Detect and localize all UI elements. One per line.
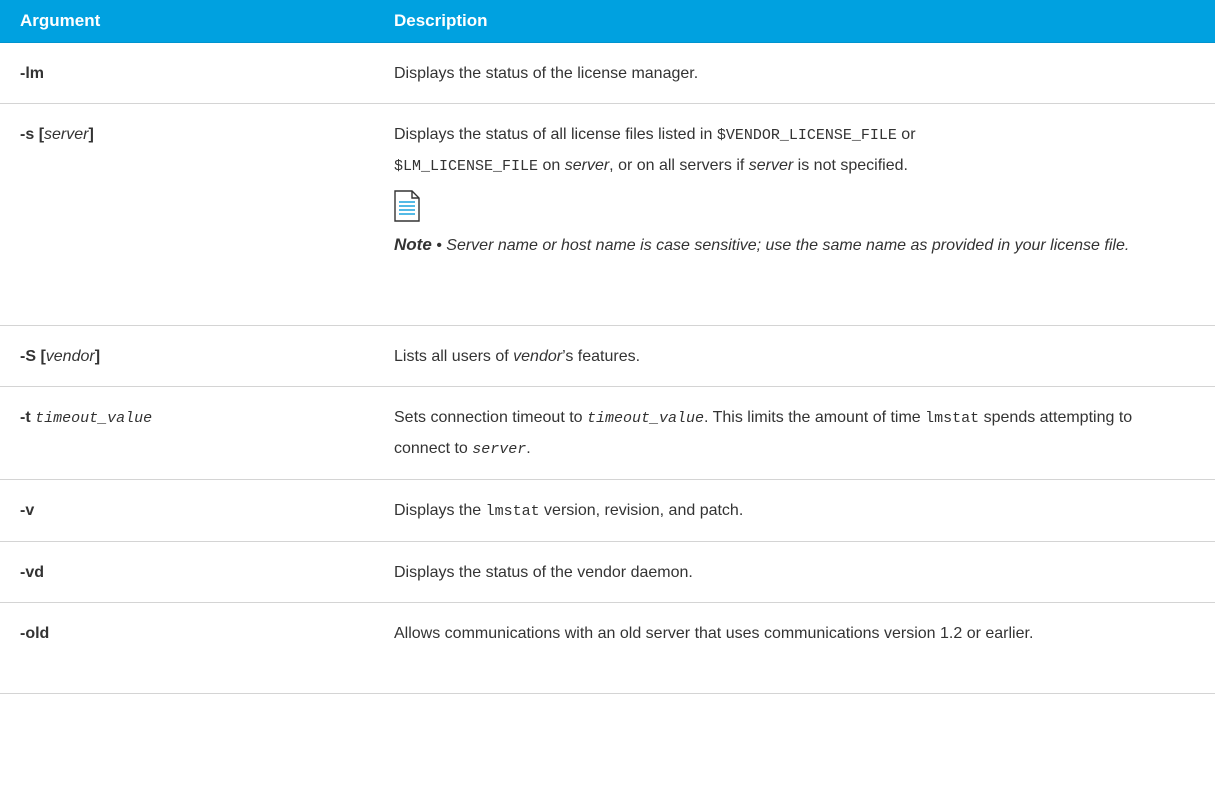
argument-cell: -S [vendor] [0, 325, 374, 387]
desc-segment: , or on all servers if [609, 157, 749, 174]
argument-cell: -v [0, 479, 374, 542]
argument-param: timeout_value [35, 410, 153, 427]
table-row: -vd Displays the status of the vendor da… [0, 541, 1215, 603]
code-lm-license-file: $LM_LICENSE_FILE [394, 158, 539, 175]
param-server: server [472, 441, 527, 458]
header-description: Description [374, 0, 1215, 43]
argument-param: server [44, 126, 89, 143]
desc-segment: is not specified. [793, 157, 908, 174]
argument-bracket-close: ] [88, 126, 94, 143]
description-cell: Displays the lmstat version, revision, a… [374, 479, 1215, 542]
note-label: Note [394, 235, 432, 254]
header-row: Argument Description [0, 0, 1215, 43]
desc-segment: on [538, 157, 565, 174]
table-row: -lm Displays the status of the license m… [0, 42, 1215, 104]
table-row: -old Allows communications with an old s… [0, 602, 1215, 694]
description-text: Displays the status of the license manag… [394, 65, 699, 82]
argument-bracket-close: ] [94, 348, 101, 365]
code-lmstat: lmstat [925, 410, 980, 427]
note-body: Server name or host name is case sensiti… [446, 237, 1130, 254]
description-cell: Sets connection timeout to timeout_value… [374, 386, 1215, 480]
description-cell: Displays the status of the license manag… [374, 42, 1215, 104]
note-block: Note • Server name or host name is case … [394, 190, 1185, 261]
argument-flag: -v [20, 502, 35, 519]
argument-flag: -S [20, 348, 36, 365]
desc-segment: . [526, 440, 531, 457]
description-cell: Displays the status of all license files… [374, 103, 1215, 326]
argument-param: vendor [45, 348, 95, 365]
desc-segment: ’s features. [562, 348, 641, 365]
description-cell: Displays the status of the vendor daemon… [374, 541, 1215, 603]
argument-cell: -t timeout_value [0, 386, 374, 480]
desc-segment: Lists all users of [394, 348, 514, 365]
desc-segment: Displays the [394, 502, 486, 519]
note-text: Note • Server name or host name is case … [394, 230, 1185, 261]
param-vendor: vendor [513, 348, 563, 365]
description-text: Displays the status of all license files… [394, 120, 1185, 182]
header-argument: Argument [0, 0, 374, 43]
table-row: -t timeout_value Sets connection timeout… [0, 386, 1215, 480]
param-server: server [748, 157, 794, 174]
param-server: server [564, 157, 610, 174]
note-bullet: • [431, 237, 447, 254]
desc-segment: version, revision, and patch. [539, 502, 744, 519]
code-lmstat: lmstat [485, 503, 540, 520]
desc-segment: . This limits the amount of time [704, 409, 926, 426]
param-timeout-value: timeout_value [587, 410, 705, 427]
description-cell: Allows communications with an old server… [374, 602, 1215, 694]
argument-cell: -s [server] [0, 103, 374, 326]
table-header: Argument Description [0, 0, 1215, 43]
argument-cell: -vd [0, 541, 374, 603]
desc-segment: Sets connection timeout to [394, 409, 587, 426]
argument-flag: -t [20, 409, 31, 426]
note-document-icon [394, 190, 420, 222]
table-row: -v Displays the lmstat version, revision… [0, 479, 1215, 542]
description-cell: Lists all users of vendor’s features. [374, 325, 1215, 387]
argument-flag: -vd [20, 564, 44, 581]
desc-segment: Displays the status of all license files… [394, 126, 717, 143]
argument-flag: -lm [20, 65, 44, 82]
argument-cell: -lm [0, 42, 374, 104]
argument-flag: -old [20, 625, 50, 642]
argument-cell: -old [0, 602, 374, 694]
desc-segment: or [896, 126, 916, 143]
table-row: -S [vendor] Lists all users of vendor’s … [0, 325, 1215, 387]
argument-flag: -s [20, 126, 35, 143]
code-vendor-license-file: $VENDOR_LICENSE_FILE [716, 127, 897, 144]
description-text: Displays the status of the vendor daemon… [394, 564, 693, 581]
description-text: Allows communications with an old server… [394, 625, 1034, 642]
table-row: -s [server] Displays the status of all l… [0, 103, 1215, 326]
arguments-table: Argument Description -lm Displays the st… [0, 0, 1215, 694]
